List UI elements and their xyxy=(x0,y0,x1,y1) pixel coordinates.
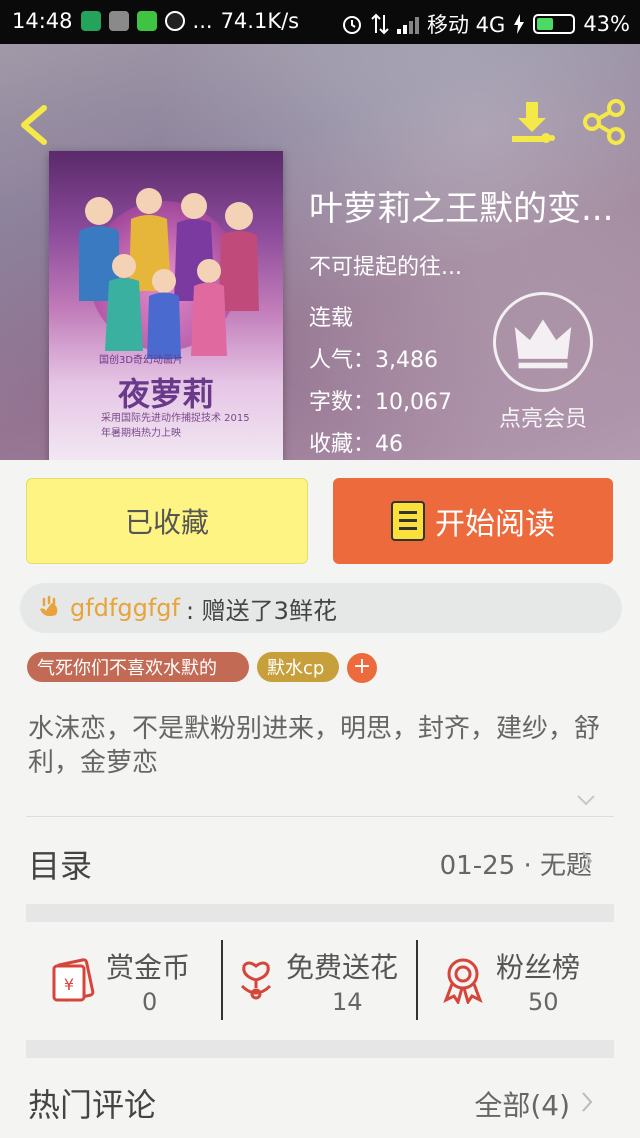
stat-reward-coins[interactable]: ¥ 赏金币 0 xyxy=(40,940,220,1020)
share-icon[interactable] xyxy=(580,98,628,146)
flower-message: : 赠送了3鲜花 xyxy=(185,596,337,625)
book-word-count: 字数：10,067 xyxy=(309,390,452,415)
book-status: 连载 xyxy=(309,306,354,331)
flower-icon xyxy=(240,961,272,1000)
download-icon[interactable] xyxy=(508,98,556,146)
stat-divider xyxy=(416,940,418,1020)
alarm-icon xyxy=(343,16,361,34)
battery-percent: 43% xyxy=(583,12,630,36)
toc-latest-chapter: 01-25 · 无题 xyxy=(439,851,592,881)
status-time: 14:48 xyxy=(12,9,73,33)
tag-label: 默水cp xyxy=(267,658,325,679)
stat-fan-ranking[interactable]: 粉丝榜 50 xyxy=(430,940,620,1020)
stat-label: 赏金币 xyxy=(106,951,191,984)
favorited-button[interactable]: 已收藏 xyxy=(26,478,308,564)
cover-caption: 国创3D奇幻动画片 xyxy=(99,355,184,366)
stat-label: 免费送花 xyxy=(286,951,399,984)
tag-label: 气死你们不喜欢水默的 xyxy=(37,658,217,679)
stat-free-flowers[interactable]: 免费送花 14 xyxy=(230,940,415,1020)
network-speed: 74.1K/s xyxy=(220,9,300,33)
start-reading-button[interactable]: 开始阅读 xyxy=(333,478,613,564)
signal-icon xyxy=(397,14,419,34)
tag-item[interactable]: 气死你们不喜欢水默的 xyxy=(27,652,249,682)
more-notifications-icon: ... xyxy=(192,9,213,33)
vip-label[interactable]: 点亮会员 xyxy=(493,401,593,433)
section-separator xyxy=(26,1040,614,1058)
red-envelope-icon: ¥ xyxy=(52,958,95,1002)
all-comments-link[interactable]: 全部(4) xyxy=(474,1084,570,1124)
stat-label: 粉丝榜 xyxy=(496,951,581,984)
book-popularity: 人气：3,486 xyxy=(309,348,438,373)
book-icon xyxy=(391,501,425,541)
add-tag-button[interactable]: + xyxy=(347,653,377,683)
wechat-icon xyxy=(136,11,157,31)
stat-divider xyxy=(221,940,223,1020)
toc-row[interactable]: 目录 01-25 · 无题 xyxy=(0,817,640,903)
book-header: 国创3D奇幻动画片 夜萝莉 采用国际先进动作捕捉技术 2015年暑期档热力上映 … xyxy=(0,44,640,460)
charging-icon xyxy=(514,14,525,34)
comments-title: 热门评论 xyxy=(28,1086,157,1124)
section-separator xyxy=(26,904,614,922)
vip-crown-icon[interactable] xyxy=(493,292,593,392)
start-reading-label: 开始阅读 xyxy=(435,507,555,542)
flower-sender[interactable]: gfdfggfgf xyxy=(70,594,180,622)
favorited-label: 已收藏 xyxy=(124,506,209,539)
status-bar: 14:48 ... 74.1K/s 移动 4G 43% xyxy=(0,0,640,44)
flower-gift-notice: gfdfggfgf : 赠送了3鲜花 xyxy=(20,583,622,633)
cover-tagline: 采用国际先进动作捕捉技术 2015年暑期档热力上映 xyxy=(101,413,250,439)
cover-characters-illustration xyxy=(79,188,259,359)
tag-item[interactable]: 默水cp xyxy=(257,652,339,682)
chevron-right-icon xyxy=(582,851,593,871)
book-description: 水沫恋，不是默粉别进来，明思，封齐，建纱，舒利，金萝恋 xyxy=(28,714,601,778)
carrier-label: 移动 4G xyxy=(427,13,506,37)
chevron-right-icon xyxy=(582,1092,593,1112)
app-notification-icon xyxy=(108,11,129,31)
shield-app-icon xyxy=(80,11,101,31)
hot-comments-header[interactable]: 热门评论 全部(4) xyxy=(0,1060,640,1138)
book-cover[interactable]: 国创3D奇幻动画片 夜萝莉 采用国际先进动作捕捉技术 2015年暑期档热力上映 xyxy=(49,151,283,460)
back-button[interactable] xyxy=(14,100,54,150)
battery-icon xyxy=(533,14,576,34)
book-subtitle: 不可提起的往... xyxy=(309,255,462,280)
toc-title: 目录 xyxy=(28,847,93,885)
data-transfer-icon xyxy=(371,13,389,35)
stat-value: 0 xyxy=(142,988,158,1016)
book-title: 叶萝莉之王默的变... xyxy=(309,189,614,229)
svg-text:¥: ¥ xyxy=(64,975,74,994)
expand-chevron-icon[interactable] xyxy=(574,788,598,812)
stat-value: 14 xyxy=(332,988,363,1016)
flower-notice-icon xyxy=(40,595,58,617)
qq-icon xyxy=(164,11,185,31)
stat-value: 50 xyxy=(528,988,559,1016)
book-favorites: 收藏：46 xyxy=(309,432,403,457)
medal-icon xyxy=(443,958,483,1004)
